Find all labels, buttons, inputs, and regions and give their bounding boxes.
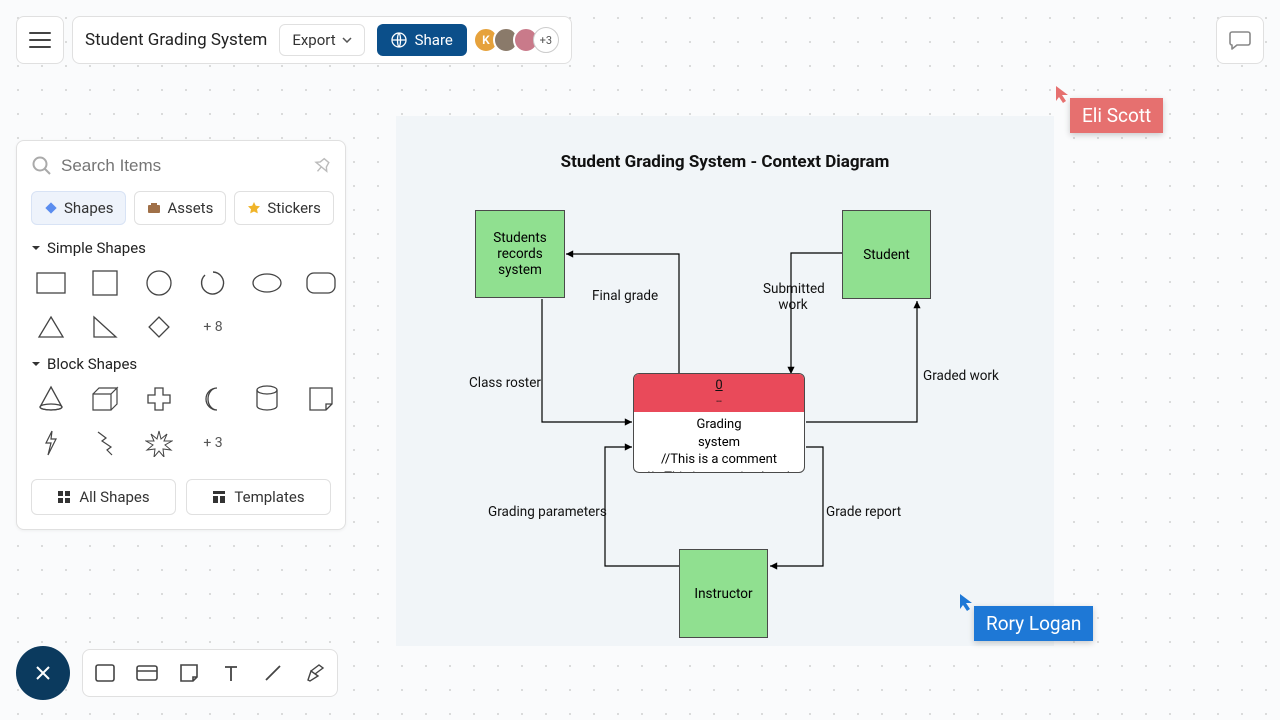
node-records-system[interactable]: Students records system: [475, 210, 565, 298]
edge-label-final-grade: Final grade: [592, 288, 658, 304]
tab-stickers[interactable]: Stickers: [234, 191, 334, 225]
chevron-down-icon: [31, 360, 41, 368]
section-block-shapes[interactable]: Block Shapes: [31, 355, 331, 373]
bottom-toolbar: [16, 646, 338, 700]
shape-diamond[interactable]: [139, 311, 179, 343]
tool-rectangle[interactable]: [93, 661, 117, 685]
shape-cross[interactable]: [139, 383, 179, 415]
briefcase-icon: [147, 201, 161, 215]
share-label: Share: [415, 31, 453, 49]
shape-rectangle[interactable]: [31, 267, 71, 299]
edge-label-grade-report: Grade report: [826, 504, 901, 520]
chevron-down-icon: [342, 37, 352, 43]
section-title: Block Shapes: [47, 355, 137, 373]
tab-label: Assets: [167, 199, 213, 217]
tool-text[interactable]: [219, 661, 243, 685]
edge-label-submitted-work: Submitted work: [763, 281, 823, 313]
search-input[interactable]: [61, 156, 305, 176]
shape-burst[interactable]: [139, 427, 179, 459]
shape-arc[interactable]: [193, 267, 233, 299]
all-shapes-button[interactable]: All Shapes: [31, 479, 176, 515]
shape-cube[interactable]: [85, 383, 125, 415]
comments-button[interactable]: [1216, 16, 1264, 64]
shape-rounded-rect[interactable]: [301, 267, 341, 299]
tool-card[interactable]: [135, 661, 159, 685]
section-title: Simple Shapes: [47, 239, 146, 257]
node-grading-system[interactable]: 0 -- Grading system //This is a comment …: [633, 373, 805, 473]
close-icon: [33, 663, 53, 683]
node-header: 0 --: [634, 374, 804, 412]
node-student[interactable]: Student: [842, 210, 931, 299]
collaborator-avatars[interactable]: K +3: [479, 27, 559, 53]
edge-label-grading-params: Grading parameters: [488, 504, 607, 520]
speech-bubble-icon: [1228, 29, 1252, 51]
shapes-panel: Shapes Assets Stickers Simple Shapes + 8…: [16, 140, 346, 530]
more-simple[interactable]: + 8: [193, 311, 233, 343]
document-title[interactable]: Student Grading System: [85, 30, 267, 50]
cursor-label: Eli Scott: [1070, 98, 1163, 133]
shape-square[interactable]: [85, 267, 125, 299]
diamond-icon: [44, 201, 58, 215]
hamburger-icon: [29, 31, 51, 49]
tool-pen[interactable]: [303, 661, 327, 685]
title-bar: Student Grading System Export Share K +3: [72, 16, 572, 64]
diagram-canvas[interactable]: Student Grading System - Context Diagram…: [396, 116, 1054, 646]
top-bar: Student Grading System Export Share K +3: [16, 16, 572, 64]
star-icon: [247, 201, 261, 215]
chevron-down-icon: [31, 244, 41, 252]
button-label: Templates: [234, 488, 304, 506]
cursor-rory: Rory Logan: [960, 594, 1093, 641]
more-block[interactable]: + 3: [193, 427, 233, 459]
avatar-more[interactable]: +3: [533, 27, 559, 53]
search-icon: [31, 155, 53, 177]
shape-lightning[interactable]: [31, 427, 71, 459]
share-button[interactable]: Share: [377, 24, 467, 56]
cursor-eli: Eli Scott: [1056, 86, 1163, 133]
grid-icon: [57, 490, 71, 504]
tab-label: Stickers: [267, 199, 321, 217]
tab-shapes[interactable]: Shapes: [31, 191, 126, 225]
edge-label-graded-work: Graded work: [923, 368, 999, 384]
shape-bolt[interactable]: [85, 427, 125, 459]
shape-crescent[interactable]: [193, 383, 233, 415]
button-label: All Shapes: [79, 488, 149, 506]
tab-assets[interactable]: Assets: [134, 191, 226, 225]
shape-circle[interactable]: [139, 267, 179, 299]
node-instructor[interactable]: Instructor: [679, 549, 768, 638]
edge-label-class-roster: Class roster: [469, 375, 541, 391]
globe-icon: [391, 32, 407, 48]
shape-cylinder[interactable]: [247, 383, 287, 415]
templates-button[interactable]: Templates: [186, 479, 331, 515]
export-label: Export: [292, 31, 335, 49]
layout-icon: [212, 490, 226, 504]
tab-label: Shapes: [64, 199, 113, 217]
tool-line[interactable]: [261, 661, 285, 685]
menu-button[interactable]: [16, 16, 64, 64]
shape-right-triangle[interactable]: [85, 311, 125, 343]
pin-icon[interactable]: [313, 157, 331, 175]
tool-sticky-note[interactable]: [177, 661, 201, 685]
cursor-icon: [958, 592, 976, 612]
close-panel-button[interactable]: [16, 646, 70, 700]
shape-ellipse[interactable]: [247, 267, 287, 299]
section-simple-shapes[interactable]: Simple Shapes: [31, 239, 331, 257]
cursor-label: Rory Logan: [974, 606, 1093, 641]
shape-triangle[interactable]: [31, 311, 71, 343]
shape-cone[interactable]: [31, 383, 71, 415]
cursor-icon: [1054, 84, 1072, 104]
node-body: Grading system //This is a comment // --…: [634, 412, 804, 473]
export-button[interactable]: Export: [279, 24, 364, 56]
shape-folded-corner[interactable]: [301, 383, 341, 415]
